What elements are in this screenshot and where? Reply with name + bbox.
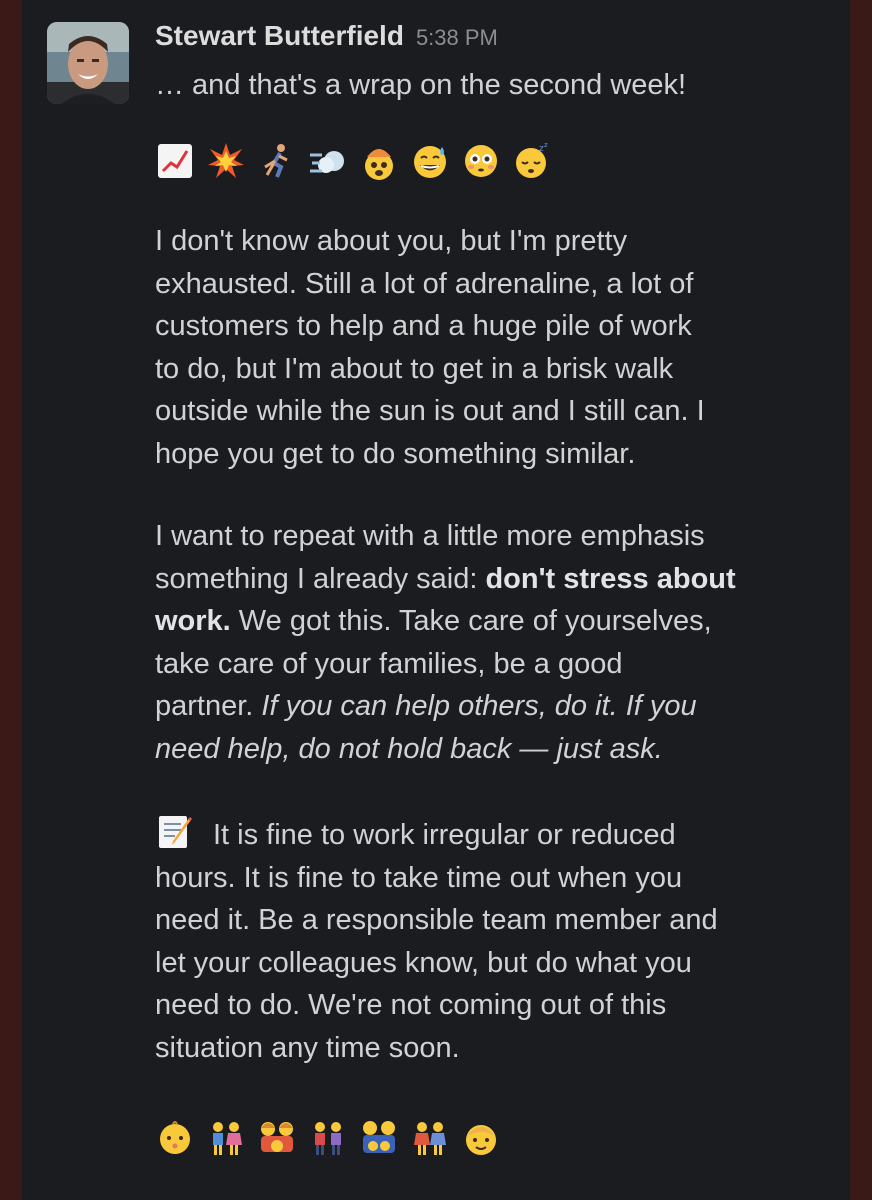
paragraph-line: I don't know about you, but I'm pretty <box>155 225 628 257</box>
paragraph-line: something I already said: don't stress a… <box>155 558 835 601</box>
paragraph-line: need help, do not hold back — just ask. <box>155 728 835 771</box>
paragraph-line: take care of your families, be a good <box>155 647 623 680</box>
paragraph-3: It is fine to work irregular or reduced … <box>155 812 835 1069</box>
paragraph-line: customers to help and a huge pile of wor… <box>155 310 692 342</box>
couple-men-icon <box>308 1118 348 1158</box>
italic-text: If you can help others, do it. If you <box>261 690 697 722</box>
paragraph-line: hours. It is fine to take time out when … <box>155 861 683 894</box>
plain-text: something I already said: <box>155 562 486 595</box>
collision-icon <box>206 141 246 181</box>
baby-icon <box>155 1118 195 1158</box>
paragraph-line: to do, but I'm about to get in a brisk w… <box>155 352 674 385</box>
paragraph-line: situation any time soon. <box>155 1031 460 1064</box>
couple-icon <box>206 1118 246 1158</box>
paragraph-line: It is fine to work irregular or reduced <box>155 812 835 857</box>
paragraph-line: hope you get to do something similar. <box>155 437 636 470</box>
plain-text: We got this. Take care of yourselves, <box>230 605 712 637</box>
paragraph-line: I want to repeat with a little more emph… <box>155 520 705 552</box>
plain-text: partner. <box>155 690 262 722</box>
family-two-icon <box>359 1118 399 1158</box>
paragraph-line: need it. Be a responsible team member an… <box>155 904 718 936</box>
sleeping-face-icon: zz <box>512 141 552 181</box>
memo-icon <box>155 812 195 852</box>
message-timestamp[interactable]: 5:38 PM <box>416 25 498 51</box>
paragraph-2: I want to repeat with a little more emph… <box>155 515 835 770</box>
couple-women-icon <box>410 1118 450 1158</box>
avatar[interactable] <box>47 22 129 104</box>
chart-increasing-icon <box>155 141 195 181</box>
message-header: Stewart Butterfield 5:38 PM <box>155 20 835 64</box>
paragraph-line: work. We got this. Take care of yourselv… <box>155 600 835 643</box>
message-content: Stewart Butterfield 5:38 PM … and that's… <box>155 20 835 1163</box>
emoji-row-bottom <box>155 1113 835 1163</box>
paragraph-line: outside while the sun is out and I still… <box>155 395 705 427</box>
flushed-face-icon <box>461 141 501 181</box>
author-name[interactable]: Stewart Butterfield <box>155 20 404 52</box>
paragraph-line: partner. If you can help others, do it. … <box>155 685 835 728</box>
plain-text: It is fine to work irregular or reduced <box>213 819 676 851</box>
exploding-head-icon <box>359 141 399 181</box>
child-icon <box>461 1118 501 1158</box>
family-icon <box>257 1118 297 1158</box>
emoji-row-top: zz <box>155 136 835 186</box>
bold-text: work. <box>155 605 231 637</box>
paragraph-line: need to do. We're not coming out of this <box>155 989 667 1021</box>
running-person-icon <box>257 141 297 181</box>
message-first-line: … and that's a wrap on the second week! <box>155 69 687 101</box>
italic-text: need help, do not hold back — just ask. <box>155 732 663 765</box>
paragraph-1: I don't know about you, but I'm pretty e… <box>155 220 835 475</box>
sweat-smile-icon <box>410 141 450 181</box>
paragraph-line: exhausted. Still a lot of adrenaline, a … <box>155 267 694 300</box>
svg-text:z: z <box>544 141 548 149</box>
dashing-away-icon <box>308 141 348 181</box>
bold-text: don't stress about <box>485 562 736 595</box>
paragraph-line: let your colleagues know, but do what yo… <box>155 946 692 979</box>
